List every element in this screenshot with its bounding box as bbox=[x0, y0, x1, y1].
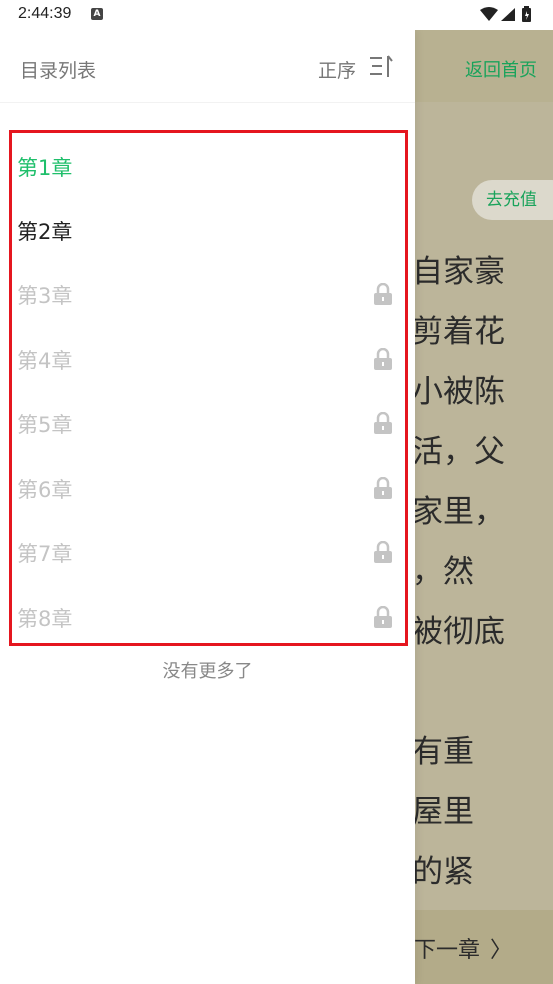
chapter-item[interactable]: 第8章 bbox=[9, 585, 395, 649]
signal-icon bbox=[501, 8, 515, 21]
reader-line: 家里， bbox=[412, 494, 505, 530]
reader-text: 自家豪 剪着花 小被陈 活，父 家里， ，然 被彻底 有重 屋里 的紧 bbox=[412, 242, 505, 902]
next-chapter-button[interactable]: 下一章〉 bbox=[414, 932, 512, 964]
sort-order-toggle[interactable]: 正序 bbox=[318, 56, 356, 83]
status-time: 2:44:39 bbox=[18, 5, 72, 22]
status-icons bbox=[479, 6, 537, 28]
status-bar: 2:44:39 A bbox=[0, 0, 553, 30]
reader-line: 剪着花 bbox=[412, 314, 505, 350]
chapter-item[interactable]: 第3章 bbox=[9, 262, 395, 326]
lock-icon bbox=[374, 348, 392, 370]
chapter-title: 第8章 bbox=[17, 607, 73, 631]
chapter-item[interactable]: 第6章 bbox=[9, 456, 395, 520]
chapter-title: 第1章 bbox=[17, 156, 73, 180]
chapter-item[interactable]: 第1章 bbox=[9, 134, 395, 198]
next-chapter-label: 下一章 bbox=[414, 938, 481, 963]
toc-title: 目录列表 bbox=[20, 60, 97, 82]
chapter-item[interactable]: 第7章 bbox=[9, 520, 395, 584]
wifi-icon bbox=[480, 7, 498, 21]
chapter-title: 第7章 bbox=[17, 542, 73, 566]
lock-icon bbox=[374, 283, 392, 305]
sort-order-icon[interactable] bbox=[369, 55, 393, 79]
reader-line: ，然 bbox=[412, 554, 474, 590]
lock-icon bbox=[374, 541, 392, 563]
chapter-item[interactable]: 第4章 bbox=[9, 327, 395, 391]
toc-drawer: 目录列表 正序 第1章 第2章 第3章 第4章 第5章 第6章 第7章 第8章 bbox=[0, 30, 415, 984]
lock-icon bbox=[374, 477, 392, 499]
chapter-item[interactable]: 第2章 bbox=[9, 198, 395, 262]
recharge-button[interactable]: 去充值 bbox=[472, 180, 553, 220]
battery-icon bbox=[522, 6, 531, 22]
chapter-item[interactable]: 第5章 bbox=[9, 391, 395, 455]
reader-line: 有重 bbox=[412, 734, 474, 770]
chapter-title: 第5章 bbox=[17, 413, 73, 437]
back-home-link[interactable]: 返回首页 bbox=[465, 56, 537, 82]
no-more-label: 没有更多了 bbox=[162, 661, 253, 682]
lock-icon bbox=[374, 412, 392, 434]
reader-line: 屋里 bbox=[412, 794, 474, 830]
chapter-title: 第6章 bbox=[17, 478, 73, 502]
lock-icon bbox=[374, 606, 392, 628]
reader-line bbox=[412, 662, 505, 722]
reader-line: 小被陈 bbox=[412, 374, 505, 410]
chapter-title: 第4章 bbox=[17, 349, 73, 373]
reader-line: 自家豪 bbox=[412, 254, 505, 290]
chapter-title: 第2章 bbox=[17, 220, 73, 244]
toc-header: 目录列表 正序 bbox=[0, 30, 415, 103]
reader-line: 活，父 bbox=[412, 434, 505, 470]
chapter-title: 第3章 bbox=[17, 284, 73, 308]
notification-icon: A bbox=[91, 8, 103, 20]
reader-line: 的紧 bbox=[412, 854, 474, 890]
chevron-right-icon: 〉 bbox=[490, 938, 513, 963]
reader-line: 被彻底 bbox=[412, 614, 505, 650]
